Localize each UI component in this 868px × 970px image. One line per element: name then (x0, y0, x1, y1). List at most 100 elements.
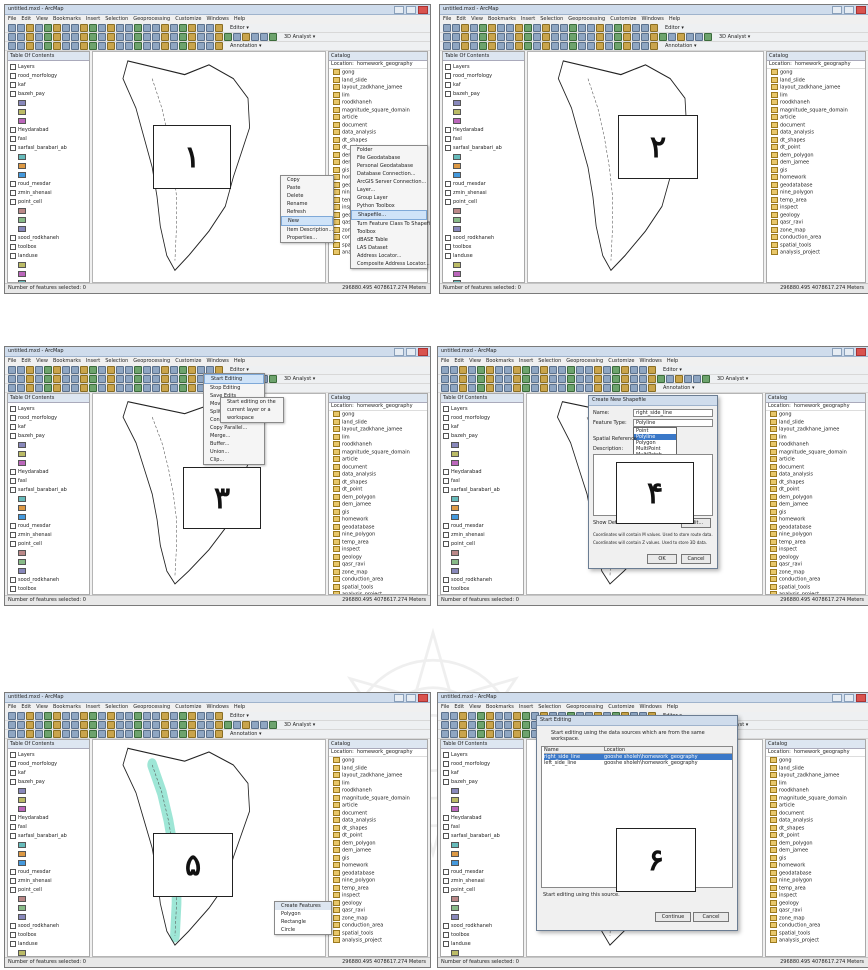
layer-checkbox[interactable] (443, 877, 449, 884)
toc-layer-item[interactable]: roud_mesdar (10, 180, 87, 189)
toc-layers-root[interactable]: Layers (10, 751, 87, 760)
tool-icon[interactable] (524, 33, 532, 41)
tool-icon[interactable] (98, 384, 106, 392)
toc-layer-item[interactable]: rood_morfology (10, 760, 87, 769)
catalog-tree-item[interactable]: geodatabase (766, 524, 865, 532)
toc-layer-item[interactable]: point_cell (443, 540, 521, 549)
tool-icon[interactable] (152, 721, 160, 729)
layer-checkbox[interactable] (10, 126, 16, 133)
tool-icon[interactable] (614, 24, 622, 32)
tool-icon[interactable] (170, 712, 178, 720)
layer-checkbox[interactable] (443, 405, 449, 412)
catalog-tree-item[interactable]: roodkhaneh (767, 99, 865, 107)
tool-icon[interactable] (603, 384, 611, 392)
menu-selection[interactable]: Selection (105, 357, 128, 365)
toc-layer-item[interactable]: toolbox (10, 931, 87, 940)
tool-icon[interactable] (188, 384, 196, 392)
maximize-button[interactable] (844, 694, 854, 702)
tool-icon[interactable] (26, 42, 34, 50)
layer-checkbox[interactable] (443, 814, 449, 821)
catalog-tree-item[interactable]: data_analysis (766, 471, 865, 479)
tool-icon[interactable] (35, 42, 43, 50)
tool-icon[interactable] (459, 721, 467, 729)
layer-checkbox[interactable] (10, 90, 16, 97)
tool-icon[interactable] (179, 24, 187, 32)
tool-icon[interactable] (495, 730, 503, 738)
tool-icon[interactable] (560, 24, 568, 32)
catalog-tree-item[interactable]: temp_area (767, 197, 865, 205)
toc-layer-item[interactable]: toolbox (10, 243, 87, 252)
catalog-tree-item[interactable]: gong (329, 411, 427, 419)
context-menu-item[interactable]: Copy (281, 176, 333, 184)
tool-icon[interactable] (504, 384, 512, 392)
toc-layer-item[interactable]: bazeh_pay (445, 90, 522, 99)
catalog-tree-item[interactable]: dt_point (329, 486, 427, 494)
menu-selection[interactable]: Selection (538, 703, 561, 711)
tool-icon[interactable] (62, 24, 70, 32)
three-d-analyst-dropdown[interactable]: 3D Analyst ▾ (284, 34, 315, 40)
toc-layer-item[interactable]: bazeh_pay (10, 432, 87, 441)
tool-icon[interactable] (587, 42, 595, 50)
layer-checkbox[interactable] (10, 180, 16, 187)
menu-edit[interactable]: Edit (454, 357, 464, 365)
cancel-button[interactable]: Cancel (693, 912, 729, 922)
tool-icon[interactable] (461, 42, 469, 50)
layer-checkbox[interactable] (10, 576, 16, 583)
tool-icon[interactable] (179, 33, 187, 41)
name-input[interactable]: right_side_line (633, 409, 713, 417)
tool-icon[interactable] (143, 712, 151, 720)
tool-icon[interactable] (107, 721, 115, 729)
submenu-item[interactable]: Shapefile... (351, 210, 427, 220)
toc-layer-item[interactable]: rood_morfology (445, 72, 522, 81)
tool-icon[interactable] (98, 712, 106, 720)
tool-icon[interactable] (486, 730, 494, 738)
tool-icon[interactable] (26, 721, 34, 729)
menu-insert[interactable]: Insert (519, 357, 533, 365)
toc-layer-item[interactable]: bazeh_pay (10, 90, 87, 99)
tool-icon[interactable] (98, 24, 106, 32)
catalog-tree-item[interactable]: dt_point (766, 832, 865, 840)
catalog-tree-item[interactable]: lim (766, 434, 865, 442)
tool-icon[interactable] (26, 712, 34, 720)
catalog-tree-item[interactable]: nine_polygon (766, 531, 865, 539)
menu-selection[interactable]: Selection (105, 15, 128, 23)
toc-layer-item[interactable]: point_cell (443, 886, 521, 895)
tool-icon[interactable] (17, 24, 25, 32)
tool-icon[interactable] (603, 366, 611, 374)
tool-icon[interactable] (71, 721, 79, 729)
tool-icon[interactable] (89, 366, 97, 374)
tool-icon[interactable] (53, 384, 61, 392)
layer-checkbox[interactable] (443, 432, 449, 439)
tool-icon[interactable] (8, 366, 16, 374)
menu-edit[interactable]: Edit (21, 357, 31, 365)
tool-icon[interactable] (693, 375, 701, 383)
tool-icon[interactable] (614, 33, 622, 41)
context-menu-item[interactable]: New (281, 216, 333, 226)
tool-icon[interactable] (522, 384, 530, 392)
tool-icon[interactable] (215, 42, 223, 50)
catalog-tree-item[interactable]: data_analysis (767, 129, 865, 137)
tool-icon[interactable] (80, 42, 88, 50)
tool-icon[interactable] (170, 721, 178, 729)
construction-tool[interactable]: Polygon (275, 910, 331, 918)
toc-layer-item[interactable]: Heydarabad (445, 126, 522, 135)
menu-help[interactable]: Help (234, 15, 245, 23)
tool-icon[interactable] (504, 375, 512, 383)
tool-icon[interactable] (470, 42, 478, 50)
catalog-tree-item[interactable]: gong (766, 411, 865, 419)
maximize-button[interactable] (844, 348, 854, 356)
catalog-tree-item[interactable]: layout_zadkhane_jamee (329, 772, 427, 780)
layer-checkbox[interactable] (443, 486, 449, 493)
tool-icon[interactable] (650, 42, 658, 50)
tool-icon[interactable] (152, 712, 160, 720)
minimize-button[interactable] (832, 348, 842, 356)
tool-icon[interactable] (107, 375, 115, 383)
tool-icon[interactable] (152, 384, 160, 392)
toc-layer-item[interactable]: fasl (10, 823, 87, 832)
tool-icon[interactable] (513, 366, 521, 374)
toc-layer-item[interactable]: sood_rodkhaneh (445, 234, 522, 243)
tool-icon[interactable] (161, 375, 169, 383)
tool-icon[interactable] (116, 33, 124, 41)
catalog-tree-item[interactable]: homework (329, 862, 427, 870)
tool-icon[interactable] (594, 375, 602, 383)
